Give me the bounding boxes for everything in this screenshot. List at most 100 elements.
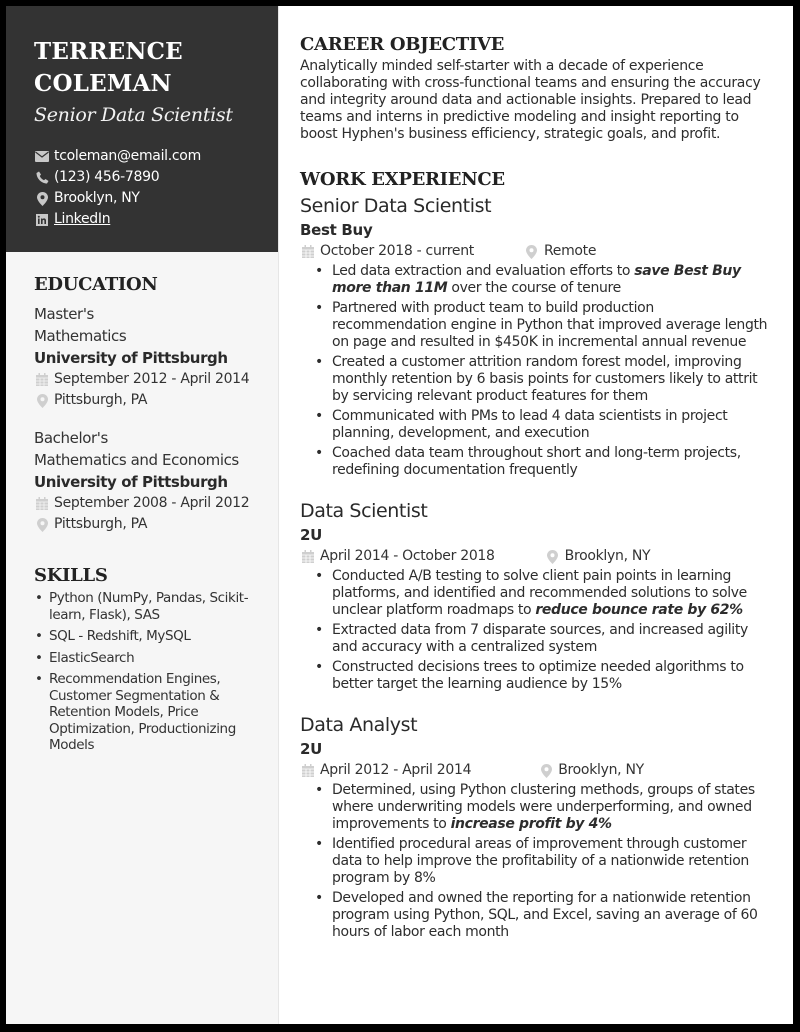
job-bullet: Identified procedural areas of improveme… xyxy=(315,836,771,887)
bullet-text: Coached data team throughout short and l… xyxy=(332,445,741,478)
calendar-icon xyxy=(300,550,316,563)
skills-section: SKILLS Python (NumPy, Pandas, Scikit-lea… xyxy=(34,565,260,754)
work-heading: WORK EXPERIENCE xyxy=(300,169,505,190)
education-location: Pittsburgh, PA xyxy=(34,514,260,535)
candidate-name: TERRENCE COLEMAN xyxy=(34,36,258,100)
job-bullet: Determined, using Python clustering meth… xyxy=(315,782,771,833)
degree: Bachelor's xyxy=(34,429,108,447)
job-entry: Data Scientist 2U April 2014 - October 2… xyxy=(300,499,771,693)
contact-email[interactable]: tcoleman@email.com xyxy=(34,146,258,167)
job-bullet: Communicated with PMs to lead 4 data sci… xyxy=(315,408,771,442)
calendar-icon xyxy=(34,497,50,510)
calendar-icon xyxy=(300,764,316,777)
bullet-text: Extracted data from 7 disparate sources,… xyxy=(332,622,748,655)
job-location: Remote xyxy=(524,241,596,262)
job-entry: Senior Data Scientist Best Buy October 2… xyxy=(300,194,771,479)
job-entry: Data Analyst 2U April 2012 - April 2014 … xyxy=(300,713,771,941)
map-pin-icon xyxy=(538,763,554,778)
company-name: Best Buy xyxy=(300,221,373,239)
location-text: Brooklyn, NY xyxy=(54,190,140,206)
job-dates: April 2012 - April 2014 xyxy=(320,762,472,778)
location-text: Pittsburgh, PA xyxy=(54,392,148,408)
job-location: Brooklyn, NY xyxy=(538,760,644,781)
resume-page: TERRENCE COLEMAN Senior Data Scientist t… xyxy=(6,6,793,1024)
map-pin-icon xyxy=(34,517,50,532)
job-bullet: Partnered with product team to build pro… xyxy=(315,300,771,351)
name-last: COLEMAN xyxy=(34,70,172,97)
skill-item: SQL - Redshift, MySQL xyxy=(35,628,260,645)
location-text: Pittsburgh, PA xyxy=(54,516,148,532)
bullet-highlight: reduce bounce rate by 62% xyxy=(535,602,743,618)
job-bullet: Coached data team throughout short and l… xyxy=(315,445,771,479)
linkedin-icon xyxy=(34,213,50,227)
education-heading: EDUCATION xyxy=(34,274,158,295)
skill-item: ElasticSearch xyxy=(35,650,260,667)
calendar-icon xyxy=(300,245,316,258)
objective-heading: CAREER OBJECTIVE xyxy=(300,34,505,55)
job-bullets: Led data extraction and evaluation effor… xyxy=(300,263,771,479)
job-bullet: Led data extraction and evaluation effor… xyxy=(315,263,771,297)
skills-heading: SKILLS xyxy=(34,565,108,586)
main-content: CAREER OBJECTIVE Analytically minded sel… xyxy=(279,6,793,1024)
linkedin-link[interactable]: LinkedIn xyxy=(54,209,111,230)
map-pin-icon xyxy=(34,191,50,206)
contact-linkedin[interactable]: LinkedIn xyxy=(34,209,258,230)
location-text: Brooklyn, NY xyxy=(564,548,651,564)
header: TERRENCE COLEMAN Senior Data Scientist t… xyxy=(6,6,278,252)
bullet-text: Led data extraction and evaluation effor… xyxy=(332,263,635,279)
contact-list: tcoleman@email.com (123) 456-7890 Brookl… xyxy=(34,146,258,230)
bullet-text: Developed and owned the reporting for a … xyxy=(332,890,758,940)
skill-item: Recommendation Engines, Customer Segment… xyxy=(35,671,260,754)
education-item: Master's Mathematics University of Pitts… xyxy=(34,303,260,411)
bullet-text: Communicated with PMs to lead 4 data sci… xyxy=(332,408,728,441)
education-item: Bachelor's Mathematics and Economics Uni… xyxy=(34,427,260,535)
contact-phone[interactable]: (123) 456-7890 xyxy=(34,167,258,188)
job-bullets: Conducted A/B testing to solve client pa… xyxy=(300,568,771,693)
bullet-highlight: increase profit by 4% xyxy=(450,816,612,832)
job-meta: April 2014 - October 2018 Brooklyn, NY xyxy=(300,546,771,567)
sidebar-body: EDUCATION Master's Mathematics Universit… xyxy=(6,252,278,754)
candidate-title: Senior Data Scientist xyxy=(34,104,233,126)
job-location: Brooklyn, NY xyxy=(545,546,651,567)
field-of-study: Mathematics and Economics xyxy=(34,451,239,469)
degree: Master's xyxy=(34,305,94,323)
work-section: WORK EXPERIENCE Senior Data Scientist Be… xyxy=(300,169,771,941)
calendar-icon xyxy=(34,373,50,386)
job-bullet: Developed and owned the reporting for a … xyxy=(315,890,771,941)
bullet-text: Partnered with product team to build pro… xyxy=(332,300,768,350)
dates-text: September 2012 - April 2014 xyxy=(54,371,250,387)
education-location: Pittsburgh, PA xyxy=(34,390,260,411)
job-bullets: Determined, using Python clustering meth… xyxy=(300,782,771,941)
company-name: 2U xyxy=(300,526,323,544)
company-name: 2U xyxy=(300,740,323,758)
skills-list: Python (NumPy, Pandas, Scikit-learn, Fla… xyxy=(34,590,260,754)
job-list: Senior Data Scientist Best Buy October 2… xyxy=(300,194,771,941)
job-title: Data Scientist xyxy=(300,500,428,522)
envelope-icon xyxy=(34,150,50,164)
location-text: Brooklyn, NY xyxy=(558,762,644,778)
objective-section: CAREER OBJECTIVE Analytically minded sel… xyxy=(300,34,771,143)
job-bullet: Created a customer attrition random fore… xyxy=(315,354,771,405)
school-name: University of Pittsburgh xyxy=(34,473,228,491)
map-pin-icon xyxy=(34,393,50,408)
job-title: Senior Data Scientist xyxy=(300,195,492,217)
phone-text[interactable]: (123) 456-7890 xyxy=(54,167,160,188)
email-text[interactable]: tcoleman@email.com xyxy=(54,146,201,167)
job-dates: April 2014 - October 2018 xyxy=(320,548,495,564)
sidebar: TERRENCE COLEMAN Senior Data Scientist t… xyxy=(6,6,279,1024)
job-bullet: Constructed decisions trees to optimize … xyxy=(315,659,771,693)
job-bullet: Extracted data from 7 disparate sources,… xyxy=(315,622,771,656)
location-text: Remote xyxy=(543,243,597,259)
name-first: TERRENCE xyxy=(34,38,183,65)
phone-icon xyxy=(34,171,50,185)
bullet-text: Created a customer attrition random fore… xyxy=(332,354,758,404)
bullet-text: over the course of tenure xyxy=(447,280,621,296)
job-bullet: Conducted A/B testing to solve client pa… xyxy=(315,568,771,619)
school-name: University of Pittsburgh xyxy=(34,349,228,367)
job-meta: April 2012 - April 2014 Brooklyn, NY xyxy=(300,760,771,781)
bullet-text: Constructed decisions trees to optimize … xyxy=(332,659,744,692)
education-dates: September 2012 - April 2014 xyxy=(34,369,260,390)
job-meta: October 2018 - current Remote xyxy=(300,241,771,262)
map-pin-icon xyxy=(524,244,540,259)
contact-location: Brooklyn, NY xyxy=(34,188,258,209)
